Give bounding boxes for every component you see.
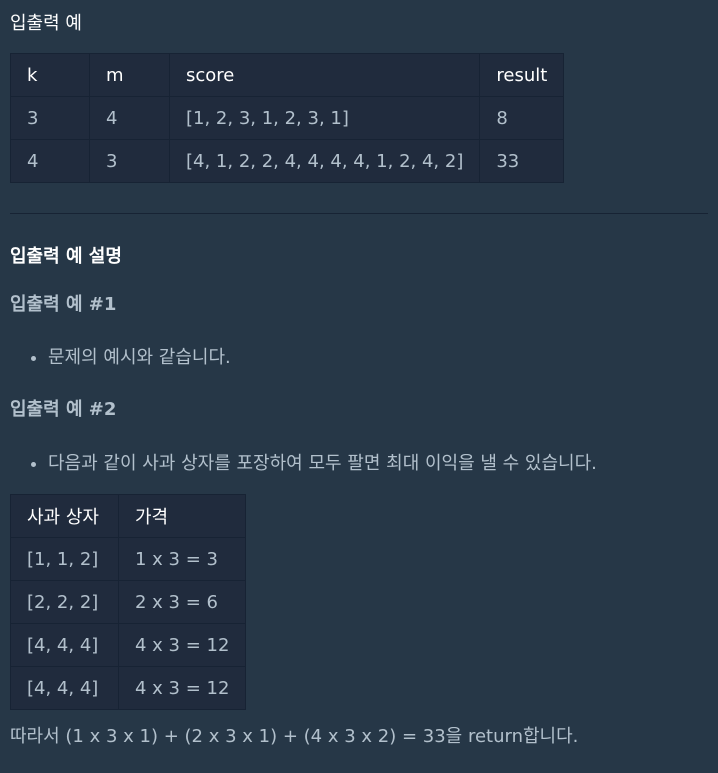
section-title: 입출력 예	[10, 13, 82, 34]
column-header-score: score	[168, 53, 481, 97]
column-header-k: k	[10, 53, 90, 97]
cell-box: [2, 2, 2]	[10, 580, 119, 624]
column-header-price: 가격	[117, 494, 247, 538]
column-header-result: result	[479, 53, 565, 97]
cell-price: 4 x 3 = 12	[117, 666, 247, 710]
cell-k: 3	[10, 96, 90, 140]
cell-m: 4	[89, 96, 170, 140]
cell-price: 1 x 3 = 3	[117, 537, 247, 581]
case1-title: 입출력 예 #1	[10, 294, 117, 315]
table-row: [1, 1, 2] 1 x 3 = 3	[10, 537, 247, 581]
case2-title: 입출력 예 #2	[10, 399, 117, 420]
apple-box-table: 사과 상자 가격 [1, 1, 2] 1 x 3 = 3 [2, 2, 2] 2…	[10, 494, 247, 710]
table-row: [4, 4, 4] 4 x 3 = 12	[10, 623, 247, 667]
examples-table: k m score result 3 4 [1, 2, 3, 1, 2, 3, …	[10, 53, 565, 183]
list-item: 다음과 같이 사과 상자를 포장하여 모두 팔면 최대 이익을 낼 수 있습니다…	[48, 453, 708, 475]
cell-score: [1, 2, 3, 1, 2, 3, 1]	[168, 96, 481, 140]
cell-box: [4, 4, 4]	[10, 623, 119, 667]
column-header-box: 사과 상자	[10, 494, 119, 538]
cell-result: 8	[479, 96, 565, 140]
cell-m: 3	[89, 139, 170, 183]
table-row: 4 3 [4, 1, 2, 2, 4, 4, 4, 4, 1, 2, 4, 2]…	[10, 139, 565, 183]
cell-k: 4	[10, 139, 90, 183]
table-row: [2, 2, 2] 2 x 3 = 6	[10, 580, 247, 624]
cell-price: 2 x 3 = 6	[117, 580, 247, 624]
table-header-row: 사과 상자 가격	[10, 494, 247, 538]
problem-description: 입출력 예 k m score result 3 4 [1, 2, 3, 1, …	[0, 0, 718, 748]
case2-list: 다음과 같이 사과 상자를 포장하여 모두 팔면 최대 이익을 낼 수 있습니다…	[10, 453, 708, 475]
table-row: [4, 4, 4] 4 x 3 = 12	[10, 666, 247, 710]
cell-box: [1, 1, 2]	[10, 537, 119, 581]
cell-result: 33	[479, 139, 565, 183]
cell-box: [4, 4, 4]	[10, 666, 119, 710]
table-header-row: k m score result	[10, 53, 565, 97]
explanation-title: 입출력 예 설명	[10, 246, 122, 267]
table-row: 3 4 [1, 2, 3, 1, 2, 3, 1] 8	[10, 96, 565, 140]
cell-price: 4 x 3 = 12	[117, 623, 247, 667]
list-item: 문제의 예시와 같습니다.	[48, 347, 708, 369]
column-header-m: m	[89, 53, 170, 97]
cell-score: [4, 1, 2, 2, 4, 4, 4, 4, 1, 2, 4, 2]	[168, 139, 481, 183]
conclusion-text: 따라서 (1 x 3 x 1) + (2 x 3 x 1) + (4 x 3 x…	[10, 726, 579, 747]
case1-list: 문제의 예시와 같습니다.	[10, 347, 708, 369]
